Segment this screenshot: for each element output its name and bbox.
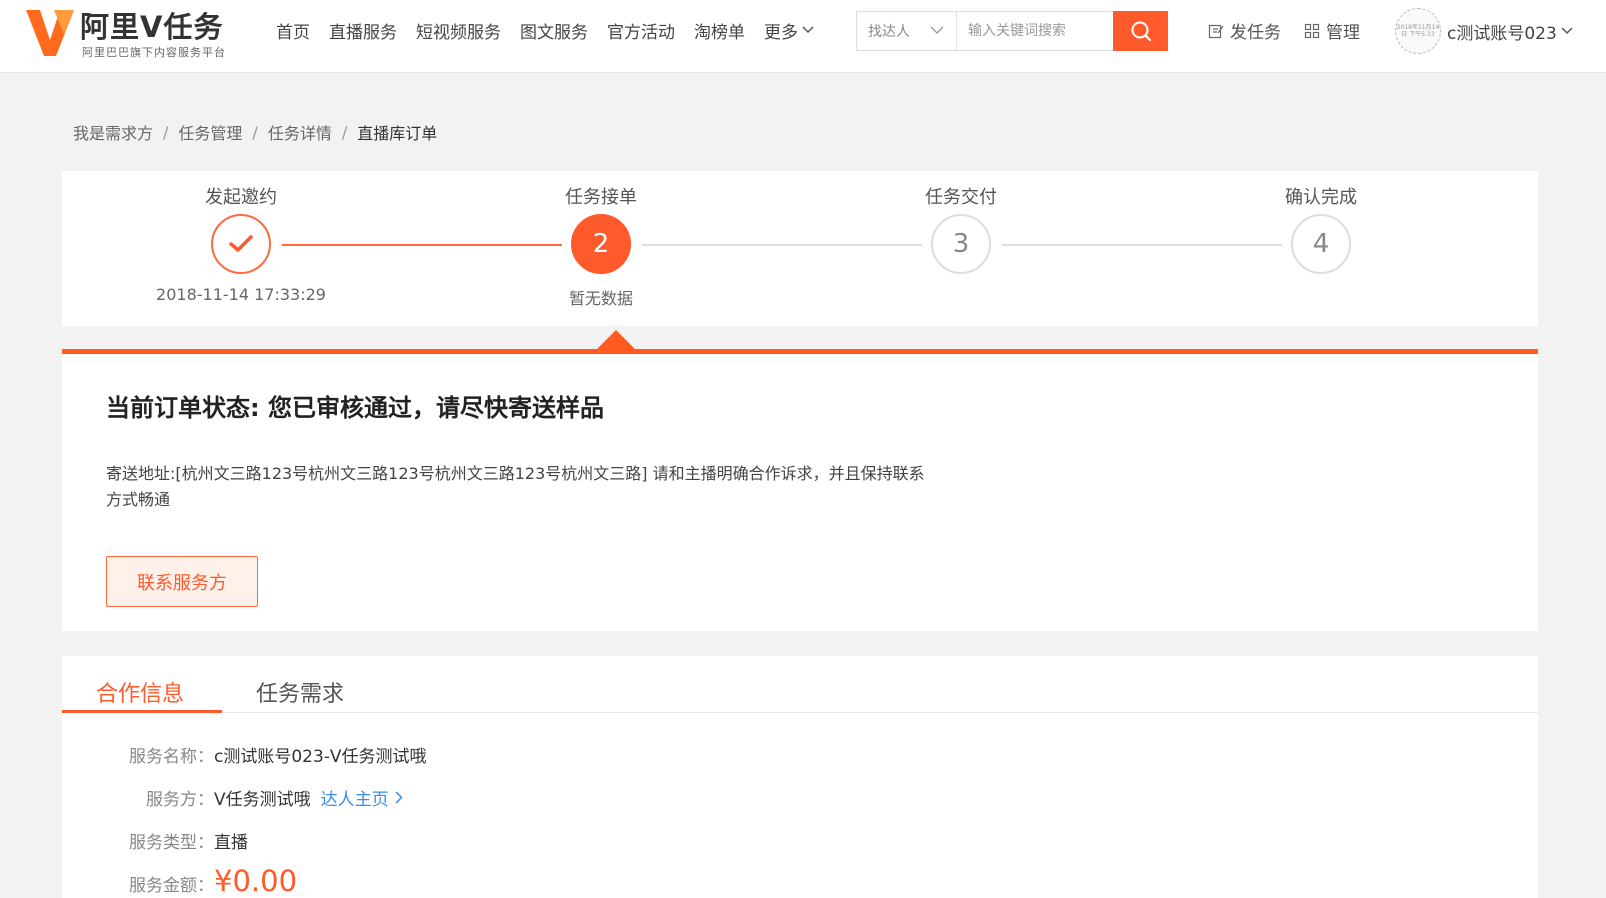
progress-steps: 发起邀约 2018-11-14 17:33:29 任务接单 2 暂无数据 任务交… (62, 171, 1538, 326)
tab-task-requirements[interactable]: 任务需求 (256, 676, 344, 708)
step-circle-pending: 4 (1291, 214, 1351, 274)
chevron-down-icon (802, 26, 814, 34)
active-tab-underline (62, 710, 222, 713)
breadcrumb-item-task-management[interactable]: 任务管理 (178, 120, 242, 144)
chevron-right-icon (395, 791, 403, 804)
order-status-panel: 当前订单状态: 您已审核通过，请尽快寄送样品 寄送地址:[杭州文三路123号杭州… (62, 354, 1538, 631)
service-type-label: 服务类型： (129, 833, 214, 853)
main-nav: 首页 直播服务 短视频服务 图文服务 官方活动 淘榜单 更多 (276, 0, 833, 60)
breadcrumb-separator: / (252, 122, 258, 142)
step-title: 发起邀约 (205, 187, 277, 208)
breadcrumb-item-task-detail[interactable]: 任务详情 (268, 120, 332, 144)
search-icon (1131, 21, 1151, 41)
top-header: 阿里V任务 阿里巴巴旗下内容服务平台 首页 直播服务 短视频服务 图文服务 官方… (0, 0, 1606, 73)
step-timestamp: 2018-11-14 17:33:29 (156, 285, 326, 304)
contact-provider-button[interactable]: 联系服务方 (106, 556, 258, 607)
logo-title: 阿里V任务 (80, 10, 224, 44)
logo[interactable]: 阿里V任务 阿里巴巴旗下内容服务平台 (22, 4, 252, 64)
avatar-watermark: 2018年11月14日 下午5:33 (1396, 24, 1440, 38)
breadcrumb-item-demander[interactable]: 我是需求方 (73, 120, 153, 144)
step-connector (282, 244, 562, 246)
info-tabs: 合作信息 任务需求 (62, 656, 1538, 713)
step-title: 任务接单 (565, 187, 637, 208)
service-name-value: c测试账号023-V任务测试哦 (214, 747, 427, 767)
breadcrumb-separator: / (163, 122, 169, 142)
amount-label: 服务金额： (129, 876, 214, 896)
provider-homepage-label: 达人主页 (320, 790, 389, 810)
provider-value: V任务测试哦 (214, 790, 311, 810)
search-input[interactable] (958, 12, 1113, 50)
step-title: 任务交付 (925, 187, 997, 208)
nav-item-home[interactable]: 首页 (276, 18, 310, 43)
chevron-down-icon (1561, 27, 1573, 35)
step-subtext: 暂无数据 (568, 289, 633, 308)
publish-task-label: 发任务 (1230, 23, 1281, 43)
edit-icon (1208, 24, 1224, 38)
nav-more-label: 更多 (764, 22, 798, 43)
v-logo-icon (26, 10, 74, 56)
info-row-amount: 服务金额： ¥0.00 (62, 864, 297, 898)
amount-value: ¥0.00 (214, 864, 298, 898)
search-box: 找达人 (856, 11, 1168, 51)
info-row-service-type: 服务类型： 直播 (62, 828, 248, 853)
cooperation-info-panel: 合作信息 任务需求 服务名称： c测试账号023-V任务测试哦 服务方： V任务… (62, 656, 1538, 898)
nav-more-menu[interactable]: 更多 (764, 18, 814, 43)
username: c测试账号023 (1447, 23, 1557, 44)
breadcrumb-separator: / (341, 122, 348, 142)
logo-subtitle: 阿里巴巴旗下内容服务平台 (82, 46, 226, 59)
user-menu[interactable]: 2018年11月14日 下午5:33 c测试账号023 (1395, 8, 1573, 54)
nav-item-taobao-list[interactable]: 淘榜单 (694, 18, 745, 43)
nav-item-short-video[interactable]: 短视频服务 (416, 18, 501, 43)
nav-item-official-events[interactable]: 官方活动 (607, 18, 675, 43)
active-step-pointer (596, 330, 636, 350)
publish-task-button[interactable]: 发任务 (1208, 18, 1281, 43)
grid-icon (1304, 23, 1320, 38)
breadcrumb-item-current: 直播库订单 (357, 124, 438, 143)
step-title: 确认完成 (1285, 187, 1357, 208)
step-circle-done (211, 214, 271, 274)
manage-button[interactable]: 管理 (1304, 18, 1360, 43)
provider-label: 服务方： (146, 790, 214, 810)
service-type-value: 直播 (214, 833, 248, 853)
order-status-description: 寄送地址:[杭州文三路123号杭州文三路123号杭州文三路123号杭州文三路] … (106, 464, 925, 509)
info-row-service-name: 服务名称： c测试账号023-V任务测试哦 (62, 742, 427, 767)
step-circle-pending: 3 (931, 214, 991, 274)
step-connector (1002, 244, 1282, 246)
search-type-select[interactable]: 找达人 (857, 12, 957, 50)
nav-item-graphic[interactable]: 图文服务 (520, 18, 588, 43)
chevron-down-icon (930, 26, 944, 34)
step-connector (642, 244, 922, 246)
step-circle-active: 2 (571, 214, 631, 274)
manage-label: 管理 (1326, 23, 1360, 43)
avatar: 2018年11月14日 下午5:33 (1395, 8, 1441, 54)
service-name-label: 服务名称： (129, 747, 214, 767)
breadcrumb: 我是需求方 / 任务管理 / 任务详情 / 直播库订单 (73, 120, 437, 144)
tab-cooperation-info[interactable]: 合作信息 (96, 676, 184, 708)
nav-item-live-service[interactable]: 直播服务 (329, 18, 397, 43)
search-button[interactable] (1113, 11, 1168, 51)
info-row-provider: 服务方： V任务测试哦 达人主页 (62, 785, 403, 810)
order-status-title: 当前订单状态: 您已审核通过，请尽快寄送样品 (106, 394, 604, 422)
provider-homepage-link[interactable]: 达人主页 (321, 785, 403, 810)
search-type-label: 找达人 (868, 24, 910, 40)
check-icon (229, 235, 253, 252)
